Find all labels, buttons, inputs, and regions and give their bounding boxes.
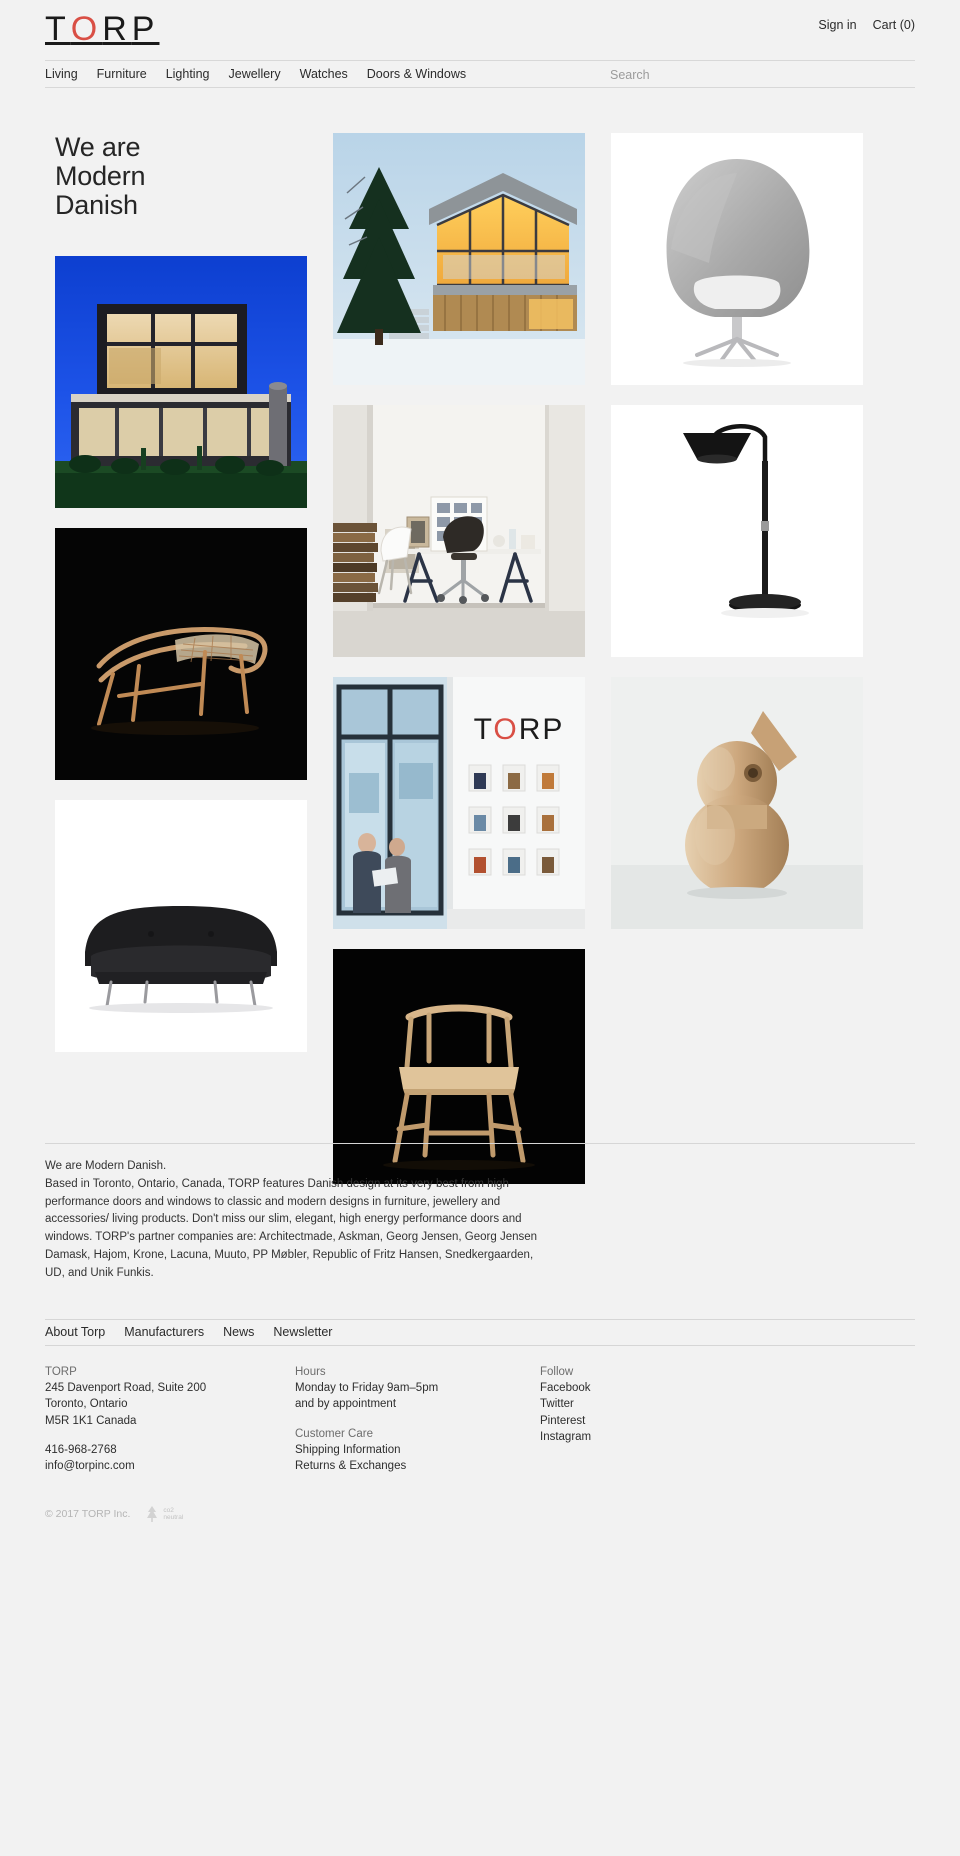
nav-item-furniture[interactable]: Furniture xyxy=(97,67,147,81)
gallery-column-left: We are Modern Danish xyxy=(55,132,307,1072)
wooden-bird-figurine-image xyxy=(611,677,863,929)
footer-columns: TORP 245 Davenport Road, Suite 200 Toron… xyxy=(45,1364,915,1475)
showroom-sign-text: TORP xyxy=(474,713,565,746)
logo-letter-r: R xyxy=(102,10,132,48)
footer-column-follow: Follow Facebook Twitter Pinterest Instag… xyxy=(540,1364,785,1475)
co2-badge-text: co2 neutral xyxy=(163,1507,183,1521)
search-input[interactable] xyxy=(610,67,810,82)
hours-line-2: and by appointment xyxy=(295,1398,397,1411)
grey-egg-lounge-chair-image xyxy=(611,133,863,385)
gallery-tile-bronze-lounge-chair-black-bg[interactable] xyxy=(55,528,307,781)
cart-link[interactable]: Cart (0) xyxy=(873,18,915,32)
footer-nav-newsletter[interactable]: Newsletter xyxy=(273,1325,332,1339)
copyright-text: © 2017 TORP Inc. xyxy=(45,1507,131,1520)
black-kaiser-floor-lamp-image xyxy=(611,405,863,657)
page-root: TORP Sign in Cart (0) Living Furniture L… xyxy=(0,0,960,1856)
gallery-tile-modern-glass-house-dusk[interactable] xyxy=(55,256,307,509)
company-phone[interactable]: 416-968-2768 xyxy=(45,1442,295,1458)
sign-in-link[interactable]: Sign in xyxy=(818,18,856,32)
footer-nav-about-torp[interactable]: About Torp xyxy=(45,1325,105,1339)
footer-navigation: About Torp Manufacturers News Newsletter xyxy=(45,1318,915,1346)
hero-line-2: Modern xyxy=(55,161,146,192)
customer-care-heading: Customer Care xyxy=(295,1427,373,1440)
co2-badge-line-2: neutral xyxy=(163,1513,184,1521)
gallery-tile-bright-home-office-interior[interactable] xyxy=(333,405,585,657)
nav-item-watches[interactable]: Watches xyxy=(300,67,348,81)
hours-spacer xyxy=(295,1413,540,1426)
header-account-links: Sign in Cart (0) xyxy=(818,10,915,32)
bronze-lounge-chair-black-bg-image xyxy=(55,528,307,781)
footer-nav-news[interactable]: News xyxy=(223,1325,254,1339)
hours-heading: Hours xyxy=(295,1365,326,1378)
gallery-grid: We are Modern Danish TORP xyxy=(45,132,915,1184)
nav-item-living[interactable]: Living xyxy=(45,67,78,81)
gallery-column-right xyxy=(611,133,863,949)
tree-icon xyxy=(147,1505,158,1522)
footer-column-company: TORP 245 Davenport Road, Suite 200 Toron… xyxy=(45,1364,295,1475)
follow-facebook[interactable]: Facebook xyxy=(540,1380,785,1396)
gallery-tile-black-kaiser-floor-lamp[interactable] xyxy=(611,405,863,657)
company-name: TORP xyxy=(45,1365,77,1378)
nav-item-jewellery[interactable]: Jewellery xyxy=(229,67,281,81)
co2-neutral-badge: co2 neutral xyxy=(144,1505,183,1523)
about-lead: We are Modern Danish. xyxy=(45,1160,167,1172)
logo-letter-p: P xyxy=(131,10,160,48)
search-box[interactable] xyxy=(610,61,810,88)
gallery-tile-torp-showroom-storefront[interactable]: TORP xyxy=(333,677,585,929)
hours-line-1: Monday to Friday 9am–5pm xyxy=(295,1382,439,1395)
gallery-tile-black-leather-sofa-white-bg[interactable] xyxy=(55,800,307,1053)
gallery-tile-grey-egg-lounge-chair[interactable] xyxy=(611,133,863,385)
torp-showroom-storefront-image: TORP xyxy=(333,677,585,929)
follow-pinterest[interactable]: Pinterest xyxy=(540,1413,785,1429)
customer-care-returns-exchanges[interactable]: Returns & Exchanges xyxy=(295,1458,540,1474)
company-address-line-1: 245 Davenport Road, Suite 200 xyxy=(45,1382,207,1395)
company-address-line-3: M5R 1K1 Canada xyxy=(45,1414,137,1427)
nav-item-lighting[interactable]: Lighting xyxy=(166,67,210,81)
bright-home-office-interior-image xyxy=(333,405,585,657)
co2-badge-line-1: co2 xyxy=(163,1506,174,1514)
site-logo[interactable]: TORP xyxy=(45,10,159,46)
logo-letter-o: O xyxy=(70,10,103,48)
hero-line-3: Danish xyxy=(55,190,138,221)
gallery-tile-timber-gabled-cabin-snow[interactable] xyxy=(333,133,585,385)
follow-twitter[interactable]: Twitter xyxy=(540,1396,785,1412)
follow-heading: Follow xyxy=(540,1365,574,1378)
modern-glass-house-dusk-image xyxy=(55,256,307,509)
company-spacer xyxy=(45,1429,295,1442)
gallery-tile-wooden-bird-figurine[interactable] xyxy=(611,677,863,929)
main-navigation: Living Furniture Lighting Jewellery Watc… xyxy=(45,60,915,88)
about-body: Based in Toronto, Ontario, Canada, TORP … xyxy=(45,1177,538,1279)
logo-letter-t: T xyxy=(45,10,71,48)
about-blurb: We are Modern Danish. Based in Toronto, … xyxy=(45,1144,545,1283)
follow-instagram[interactable]: Instagram xyxy=(540,1429,785,1445)
main-nav-list: Living Furniture Lighting Jewellery Watc… xyxy=(45,67,466,81)
nav-item-doors-and-windows[interactable]: Doors & Windows xyxy=(367,67,466,81)
copyright-row: © 2017 TORP Inc. co2 neutral xyxy=(45,1505,915,1523)
black-leather-sofa-white-bg-image xyxy=(55,800,307,1053)
footer-nav-list: About Torp Manufacturers News Newsletter xyxy=(45,1325,332,1339)
company-address-line-2: Toronto, Ontario xyxy=(45,1398,128,1411)
page-title: We are Modern Danish xyxy=(55,132,307,221)
timber-gabled-cabin-snow-image xyxy=(333,133,585,385)
gallery-column-middle: TORP xyxy=(333,133,585,1204)
site-header: TORP Sign in Cart (0) Living Furniture L… xyxy=(45,0,915,88)
footer-column-hours-care: Hours Monday to Friday 9am–5pm and by ap… xyxy=(295,1364,540,1475)
footer-nav-manufacturers[interactable]: Manufacturers xyxy=(124,1325,204,1339)
customer-care-shipping-information[interactable]: Shipping Information xyxy=(295,1442,540,1458)
hero-line-1: We are xyxy=(55,132,141,162)
company-email[interactable]: info@torpinc.com xyxy=(45,1458,295,1474)
site-footer: We are Modern Danish. Based in Toronto, … xyxy=(45,1143,915,1523)
